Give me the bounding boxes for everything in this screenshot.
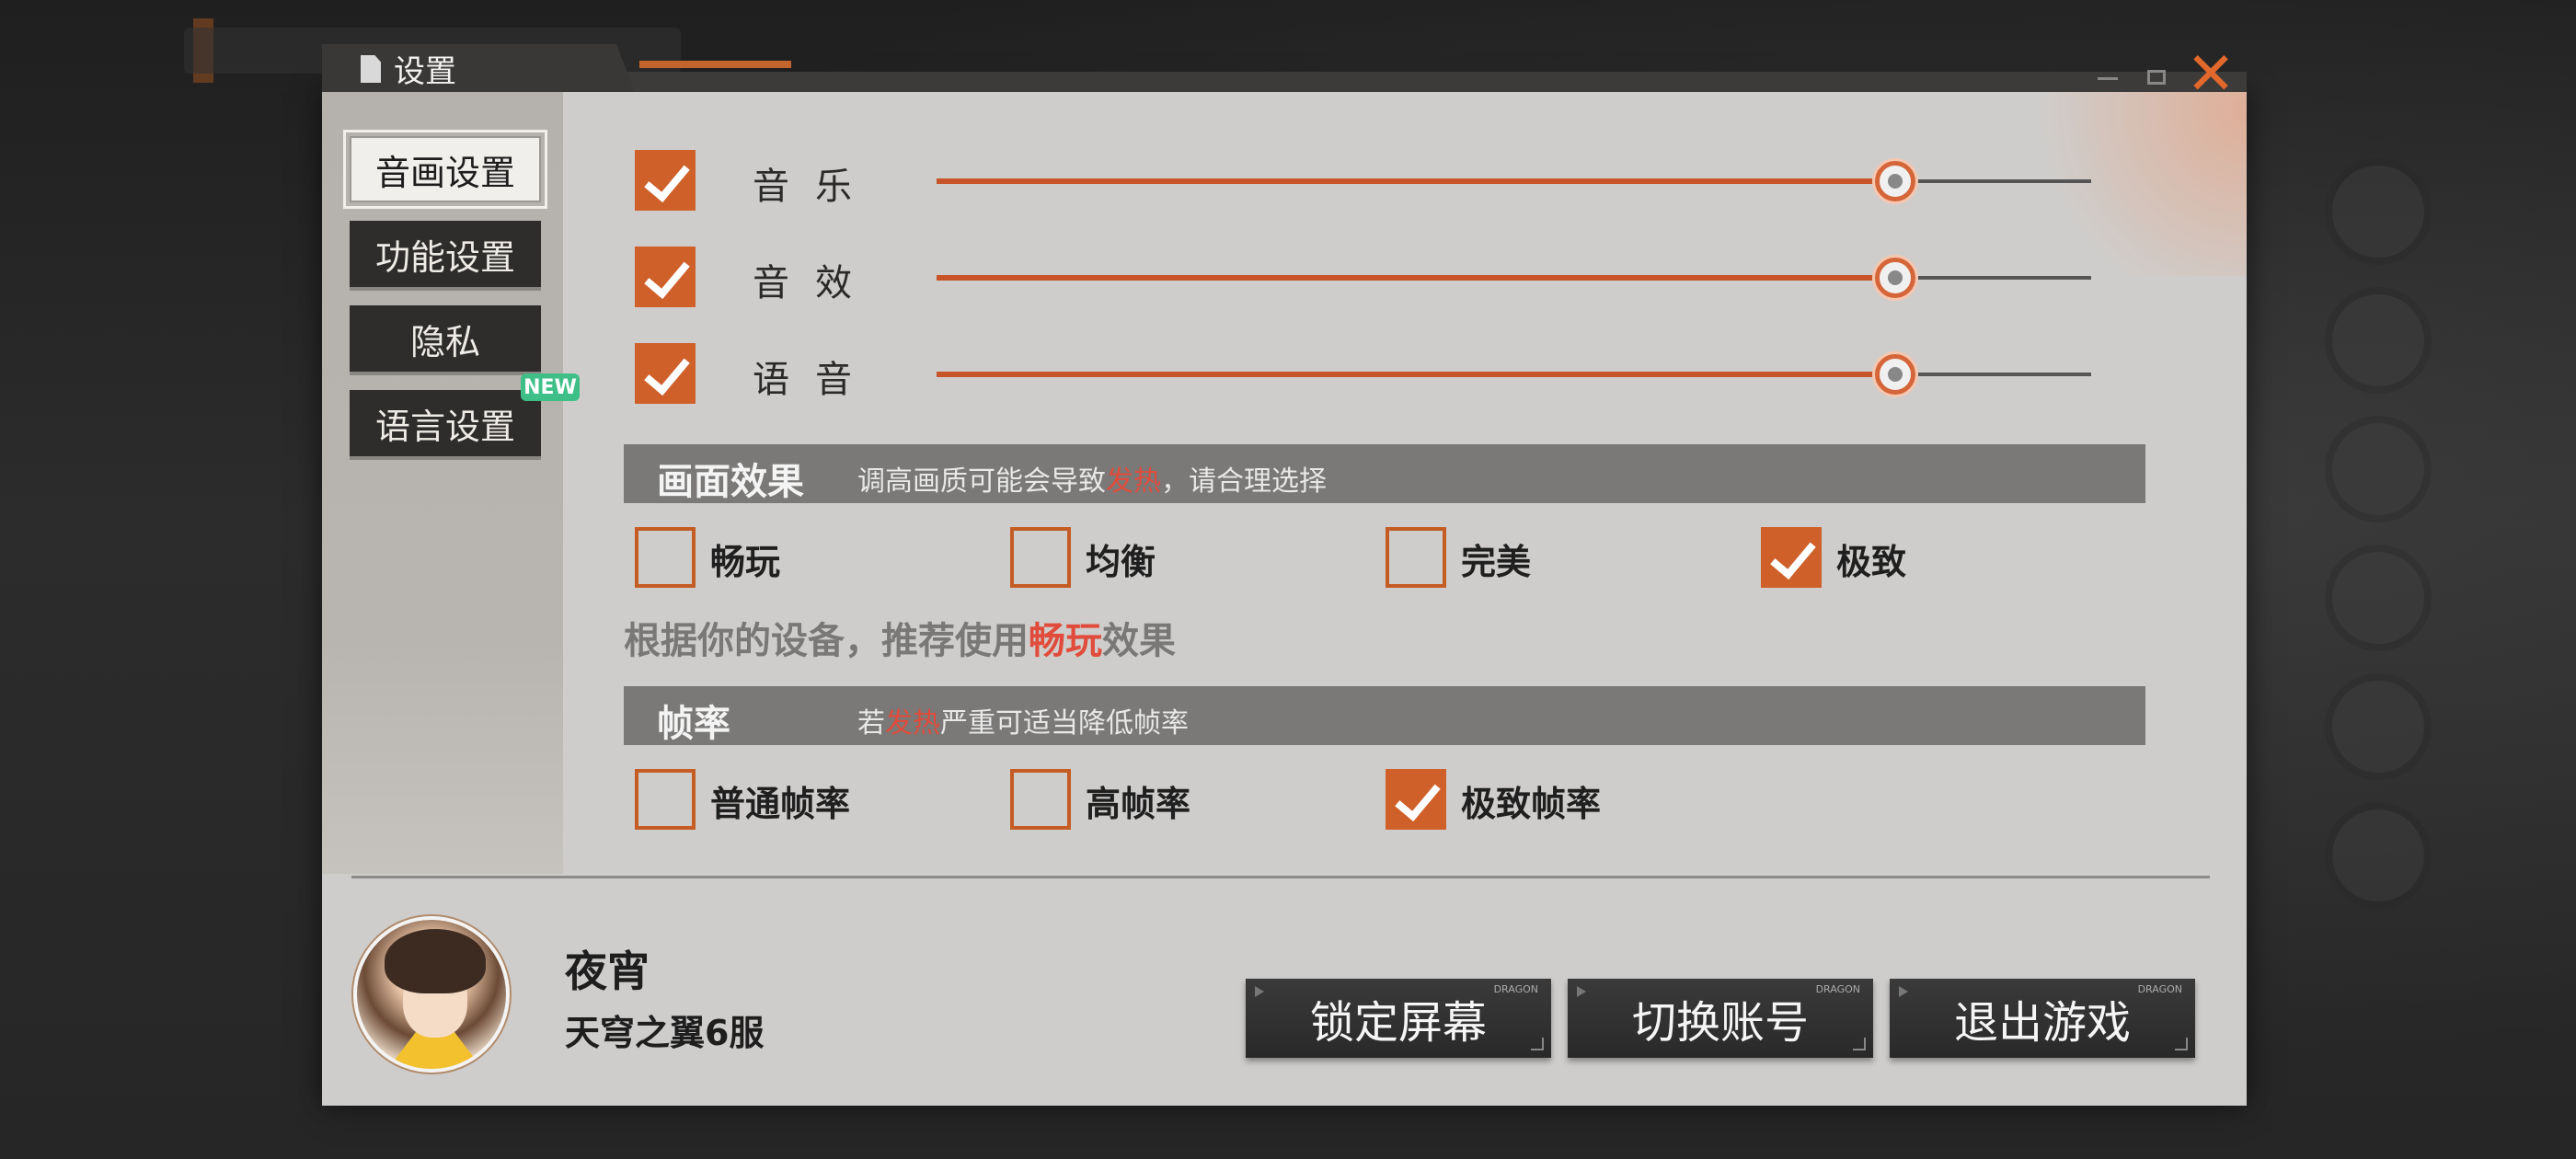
sidebar-item-privacy[interactable]: 隐私 bbox=[350, 305, 541, 372]
player-name: 夜宵 bbox=[565, 947, 650, 996]
sfx-slider-handle[interactable] bbox=[1874, 258, 1915, 298]
divider bbox=[351, 876, 2210, 878]
framerate-high-checkbox[interactable] bbox=[1010, 769, 1071, 830]
hint-text: 若 bbox=[857, 707, 885, 740]
maximize-icon[interactable] bbox=[2147, 70, 2166, 85]
dialog-title: 设置 bbox=[394, 52, 456, 90]
voice-checkbox[interactable] bbox=[635, 343, 696, 404]
framerate-title: 帧率 bbox=[657, 703, 730, 745]
voice-slider-fill bbox=[937, 372, 1895, 377]
sidebar-item-label: 语言设置 bbox=[374, 406, 515, 447]
corner-icon bbox=[2175, 1038, 2188, 1050]
avatar[interactable] bbox=[353, 916, 510, 1073]
close-button[interactable]: ✕ bbox=[2186, 45, 2236, 104]
quality-perfect-checkbox[interactable] bbox=[1386, 527, 1446, 588]
switch-account-label: 切换账号 bbox=[1631, 997, 1809, 1049]
recommend-text: 根据你的设备，推荐使用 bbox=[624, 620, 1029, 662]
sidebar-item-label: 功能设置 bbox=[374, 236, 515, 278]
sfx-label: 音效 bbox=[753, 262, 878, 304]
recommend-highlight: 畅玩 bbox=[1029, 620, 1102, 662]
background-icon bbox=[2332, 294, 2424, 386]
recommendation-text: 根据你的设备，推荐使用畅玩效果 bbox=[624, 611, 1176, 664]
button-tag: DRAGON bbox=[1493, 983, 1538, 995]
lock-screen-button[interactable]: DRAGON 锁定屏幕 bbox=[1246, 979, 1551, 1058]
new-badge: NEW bbox=[521, 373, 580, 401]
framerate-hint: 若发热严重可适当降低帧率 bbox=[857, 700, 1189, 740]
sidebar-item-audio-visual[interactable]: 音画设置 bbox=[343, 130, 547, 209]
button-tag: DRAGON bbox=[1815, 983, 1860, 995]
framerate-ultimate-checkbox[interactable] bbox=[1386, 769, 1446, 830]
corner-glow bbox=[2006, 92, 2247, 276]
background-icon bbox=[2332, 552, 2424, 644]
hint-text: 严重可适当降低帧率 bbox=[940, 707, 1189, 740]
exit-game-label: 退出游戏 bbox=[1953, 997, 2131, 1049]
music-label: 音乐 bbox=[753, 166, 878, 208]
framerate-normal-checkbox[interactable] bbox=[635, 769, 696, 830]
switch-account-button[interactable]: DRAGON 切换账号 bbox=[1568, 979, 1873, 1058]
close-x-icon: ✕ bbox=[2186, 40, 2236, 109]
sidebar-item-label: 音画设置 bbox=[374, 152, 515, 193]
quality-ultimate-label: 极致 bbox=[1836, 542, 1907, 582]
exit-game-button[interactable]: DRAGON 退出游戏 bbox=[1890, 979, 2195, 1058]
dialog-title-tab: 设置 bbox=[322, 44, 635, 92]
quality-balanced-checkbox[interactable] bbox=[1010, 527, 1071, 588]
background-icon bbox=[2332, 809, 2424, 901]
sfx-slider-fill bbox=[937, 275, 1895, 281]
music-slider[interactable] bbox=[937, 161, 2091, 201]
hint-text: ，请合理选择 bbox=[1161, 465, 1327, 498]
sfx-slider[interactable] bbox=[937, 258, 2091, 298]
sfx-checkbox[interactable] bbox=[635, 247, 696, 307]
corner-icon bbox=[1531, 1038, 1544, 1050]
voice-slider[interactable] bbox=[937, 354, 2091, 395]
recommend-text: 效果 bbox=[1102, 620, 1176, 662]
background-icon bbox=[2332, 166, 2424, 258]
framerate-ultimate-label: 极致帧率 bbox=[1461, 784, 1602, 824]
sidebar-item-label: 隐私 bbox=[409, 321, 480, 362]
graphics-section-header: 画面效果 调高画质可能会导致发热，请合理选择 bbox=[624, 444, 2145, 503]
framerate-normal-label: 普通帧率 bbox=[710, 784, 851, 824]
play-icon bbox=[1899, 986, 1908, 997]
sidebar-item-function[interactable]: 功能设置 bbox=[350, 221, 541, 287]
settings-sidebar bbox=[322, 92, 563, 874]
hint-hot-text: 发热 bbox=[885, 707, 940, 740]
hint-text: 调高画质可能会导致 bbox=[857, 465, 1106, 498]
document-icon bbox=[361, 55, 381, 83]
quality-ultimate-checkbox[interactable] bbox=[1761, 527, 1822, 588]
avatar-hair bbox=[385, 929, 486, 993]
framerate-section-header: 帧率 若发热严重可适当降低帧率 bbox=[624, 686, 2145, 745]
server-name: 天穹之翼6服 bbox=[565, 1013, 765, 1053]
music-checkbox[interactable] bbox=[635, 150, 696, 211]
quality-smooth-label: 畅玩 bbox=[710, 542, 781, 582]
background-icon bbox=[2332, 681, 2424, 773]
title-accent-bar bbox=[639, 61, 791, 68]
hint-hot-text: 发热 bbox=[1106, 465, 1161, 498]
voice-slider-handle[interactable] bbox=[1874, 354, 1915, 395]
sidebar-item-language[interactable]: 语言设置 bbox=[350, 390, 541, 456]
lock-screen-label: 锁定屏幕 bbox=[1309, 997, 1487, 1049]
quality-balanced-label: 均衡 bbox=[1086, 542, 1156, 582]
voice-label: 语音 bbox=[753, 359, 878, 401]
corner-icon bbox=[1853, 1038, 1866, 1050]
quality-perfect-label: 完美 bbox=[1461, 542, 1532, 582]
graphics-hint: 调高画质可能会导致发热，请合理选择 bbox=[857, 458, 1327, 499]
play-icon bbox=[1255, 986, 1264, 997]
quality-smooth-checkbox[interactable] bbox=[635, 527, 696, 588]
music-slider-handle[interactable] bbox=[1874, 161, 1915, 201]
graphics-title: 画面效果 bbox=[657, 461, 804, 503]
minimize-icon[interactable] bbox=[2098, 77, 2118, 80]
framerate-high-label: 高帧率 bbox=[1086, 784, 1191, 824]
play-icon bbox=[1577, 986, 1586, 997]
music-slider-fill bbox=[937, 178, 1895, 184]
button-tag: DRAGON bbox=[2137, 983, 2182, 995]
background-icon bbox=[2332, 423, 2424, 515]
